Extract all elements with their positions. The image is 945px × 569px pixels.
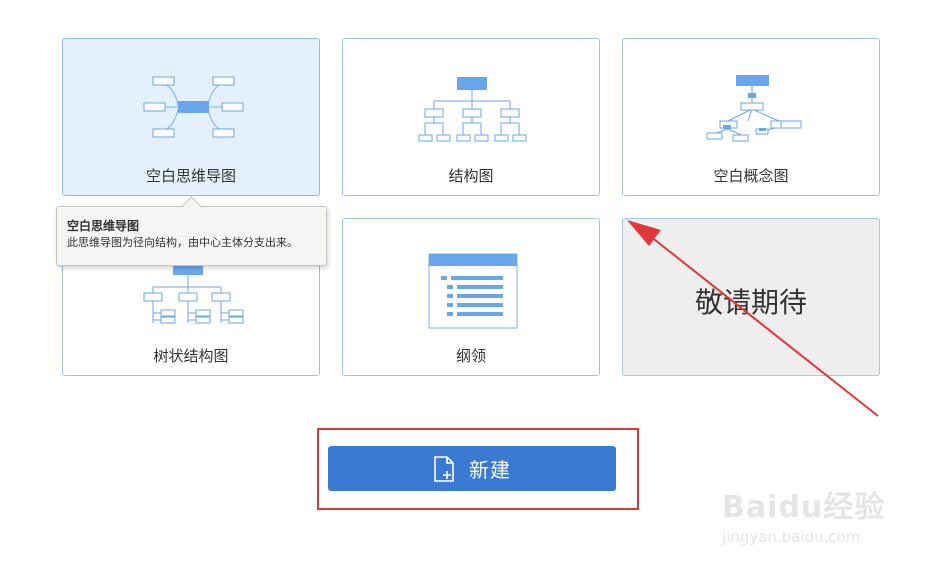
baidu-watermark: Baidu经验 jingyan.baidu.com bbox=[722, 482, 885, 546]
new-button-label: 新建 bbox=[469, 460, 511, 482]
template-label: 树状结构图 bbox=[153, 347, 229, 365]
template-card-structure-chart[interactable]: 结构图 bbox=[342, 38, 600, 196]
watermark-main: Baidu经验 bbox=[722, 490, 886, 525]
new-button[interactable]: 新建 bbox=[328, 446, 616, 491]
template-card-outline[interactable]: 纲领 bbox=[342, 218, 600, 376]
template-card-coming-soon: 敬请期待 bbox=[622, 218, 880, 376]
watermark-sub: jingyan.baidu.com bbox=[722, 528, 861, 546]
template-label: 纲领 bbox=[455, 347, 486, 365]
tooltip-description: 此思维导图为径向结构，由中心主体分支出来。 bbox=[67, 236, 298, 249]
template-card-blank-concept-map[interactable]: 空白概念图 bbox=[622, 38, 880, 196]
new-file-icon bbox=[434, 455, 454, 482]
template-label: 结构图 bbox=[448, 167, 494, 185]
template-card-blank-mindmap[interactable]: 空白思维导图 bbox=[62, 38, 320, 196]
template-label: 空白概念图 bbox=[713, 167, 789, 185]
tooltip-title: 空白思维导图 bbox=[67, 219, 140, 233]
template-label: 空白思维导图 bbox=[145, 167, 236, 185]
coming-soon-text: 敬请期待 bbox=[694, 286, 807, 319]
template-tooltip: 空白思维导图 此思维导图为径向结构，由中心主体分支出来。 bbox=[56, 206, 327, 266]
